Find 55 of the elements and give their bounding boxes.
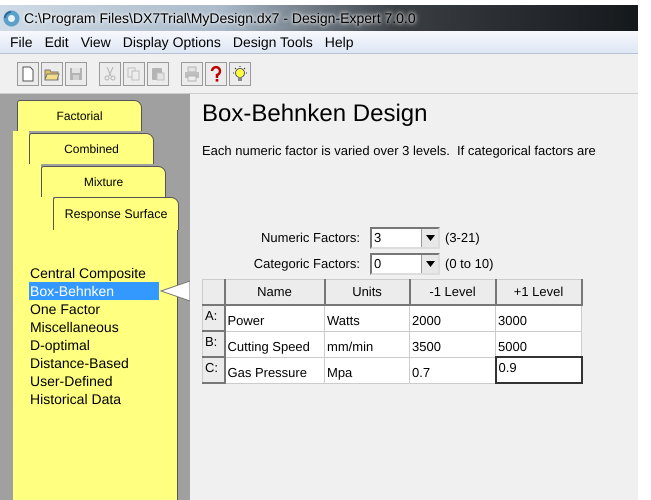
table-cell[interactable]: Mpa	[324, 357, 410, 383]
table-cell[interactable]: Watts	[324, 305, 410, 331]
toolbar-button[interactable]	[17, 62, 39, 86]
table-cell[interactable]: Power	[224, 305, 324, 331]
table-cell[interactable]: 5000	[496, 331, 582, 357]
column-header: +1 Level	[496, 279, 582, 305]
table-cell[interactable]: 2000	[410, 305, 496, 331]
tab[interactable]: Response Surface	[53, 197, 179, 230]
list-item[interactable]: Miscellaneous	[29, 318, 159, 336]
row-header: A:	[202, 305, 224, 331]
toolbar-button[interactable]	[205, 62, 227, 86]
table-cell[interactable]: 3000	[496, 305, 582, 331]
pointer-arrow-icon	[160, 280, 190, 302]
column-header: Units	[324, 279, 410, 305]
dropdown-field[interactable]: 3	[370, 226, 440, 248]
table-cell[interactable]: mm/min	[324, 331, 410, 357]
light-bulb-icon	[231, 64, 249, 82]
dropdown-field[interactable]: 0	[370, 252, 440, 274]
row-header: C:	[202, 357, 224, 383]
range-text: (3-21)	[445, 228, 480, 247]
menu-item[interactable]: Design Tools	[226, 32, 319, 52]
list-item[interactable]: One Factor	[29, 300, 159, 318]
list-item[interactable]: Central Composite	[29, 264, 159, 282]
menu-item[interactable]: Edit	[38, 32, 75, 52]
menu-item[interactable]: View	[74, 32, 117, 52]
tab[interactable]: Factorial	[17, 100, 142, 131]
column-header: Name	[224, 279, 324, 305]
toolbar-button[interactable]	[229, 62, 251, 86]
app-icon	[3, 10, 20, 26]
description-text: Each numeric factor is varied over 3 levels. If categorical factors are	[202, 142, 597, 160]
window-title: C:\Program Files\DX7Trial\MyDesign.dx7 - Design-Expert 7.0.0	[24, 8, 416, 28]
table-cell[interactable]: 0.9	[496, 357, 582, 383]
range-text: (0 to 10)	[445, 254, 494, 273]
table-cell[interactable]: Cutting Speed	[224, 331, 324, 357]
table-cell[interactable]: Gas Pressure	[224, 357, 324, 383]
toolbar-button[interactable]	[41, 62, 63, 86]
row-header: B:	[202, 331, 224, 357]
list-item[interactable]: Historical Data	[29, 390, 159, 408]
tab[interactable]: Mixture	[41, 166, 166, 197]
field-label: Categoric Factors:	[252, 254, 361, 273]
dropdown-caret-icon	[426, 234, 434, 240]
printer-icon	[183, 64, 201, 82]
list-item[interactable]: Distance-Based	[29, 354, 159, 372]
menu-item[interactable]: Help	[318, 32, 360, 52]
tab[interactable]: Combined	[29, 133, 154, 164]
menu-item[interactable]: File	[4, 32, 39, 52]
column-header: -1 Level	[410, 279, 496, 305]
list-item[interactable]: User-Defined	[29, 372, 159, 390]
table-cell[interactable]: 0.7	[410, 357, 496, 383]
field-label: Numeric Factors:	[260, 228, 361, 247]
list-item[interactable]: D-optimal	[29, 336, 159, 354]
dropdown-caret-icon	[426, 260, 434, 266]
page-title: Box-Behnken Design	[202, 99, 428, 129]
menu-item[interactable]: Display Options	[116, 32, 227, 52]
table-cell[interactable]: 3500	[410, 331, 496, 357]
